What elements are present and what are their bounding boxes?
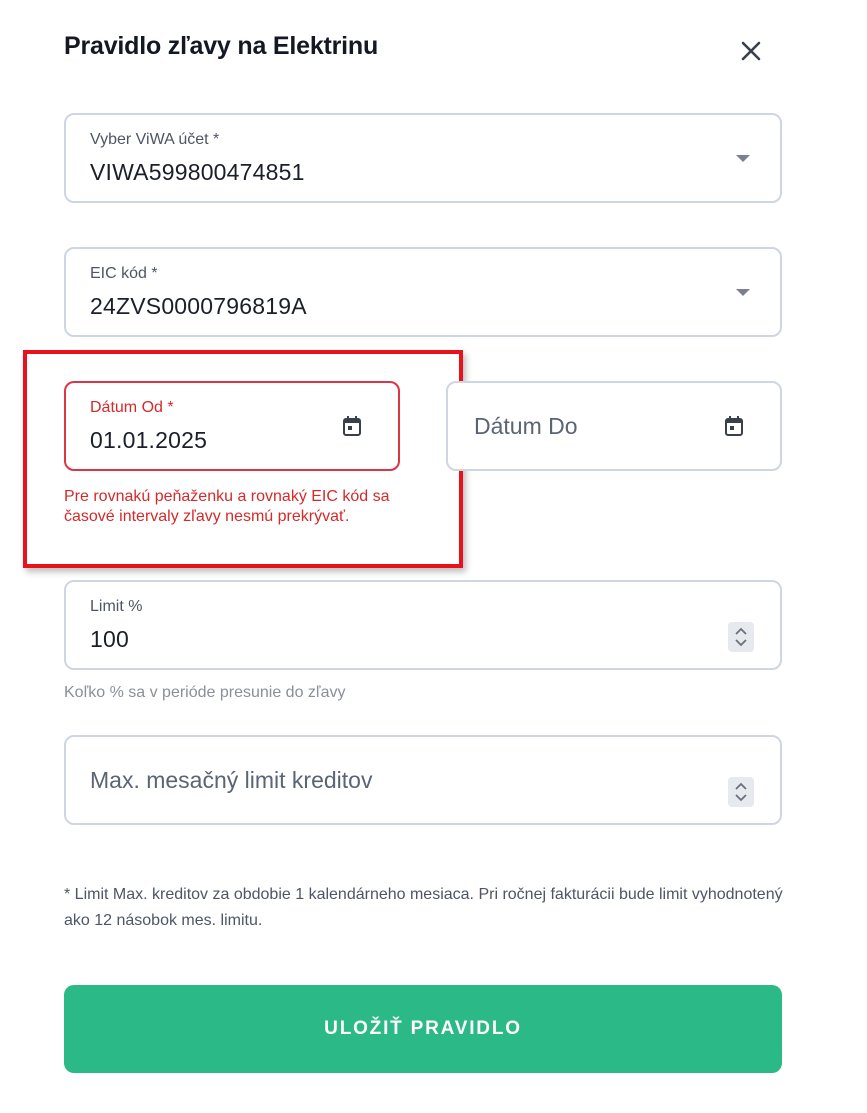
limit-percent-field[interactable]: Limit % 100 [64, 580, 782, 670]
limit-percent-label: Limit % [90, 598, 143, 615]
max-credits-field[interactable]: Max. mesačný limit kreditov [64, 735, 782, 825]
calendar-icon[interactable] [724, 415, 744, 437]
limit-percent-hint: Koľko % sa v perióde presunie do zľavy [64, 684, 346, 701]
error-highlight-box [23, 350, 463, 568]
chevron-down-icon[interactable] [736, 289, 750, 296]
credit-limit-footnote: * Limit Max. kreditov za obdobie 1 kalen… [64, 886, 783, 929]
viwa-account-label: Vyber ViWA účet * [90, 131, 220, 148]
dialog-title: Pravidlo zľavy na Elektrinu [64, 32, 379, 60]
stepper-icon[interactable] [728, 622, 754, 652]
date-to-placeholder: Dátum Do [474, 413, 578, 439]
eic-code-value: 24ZVS0000796819A [90, 293, 307, 319]
chevron-down-icon[interactable] [736, 155, 750, 162]
eic-code-label: EIC kód * [90, 265, 158, 282]
limit-percent-value: 100 [90, 626, 129, 652]
max-credits-placeholder: Max. mesačný limit kreditov [90, 767, 373, 793]
stepper-icon[interactable] [728, 777, 754, 807]
viwa-account-value: VIWA599800474851 [90, 159, 305, 185]
eic-code-select[interactable]: EIC kód * 24ZVS0000796819A [64, 247, 782, 337]
save-rule-button[interactable]: ULOŽIŤ PRAVIDLO [64, 985, 782, 1073]
date-to-field[interactable]: Dátum Do [446, 381, 782, 471]
viwa-account-select[interactable]: Vyber ViWA účet * VIWA599800474851 [64, 113, 782, 203]
close-icon[interactable] [736, 36, 766, 66]
